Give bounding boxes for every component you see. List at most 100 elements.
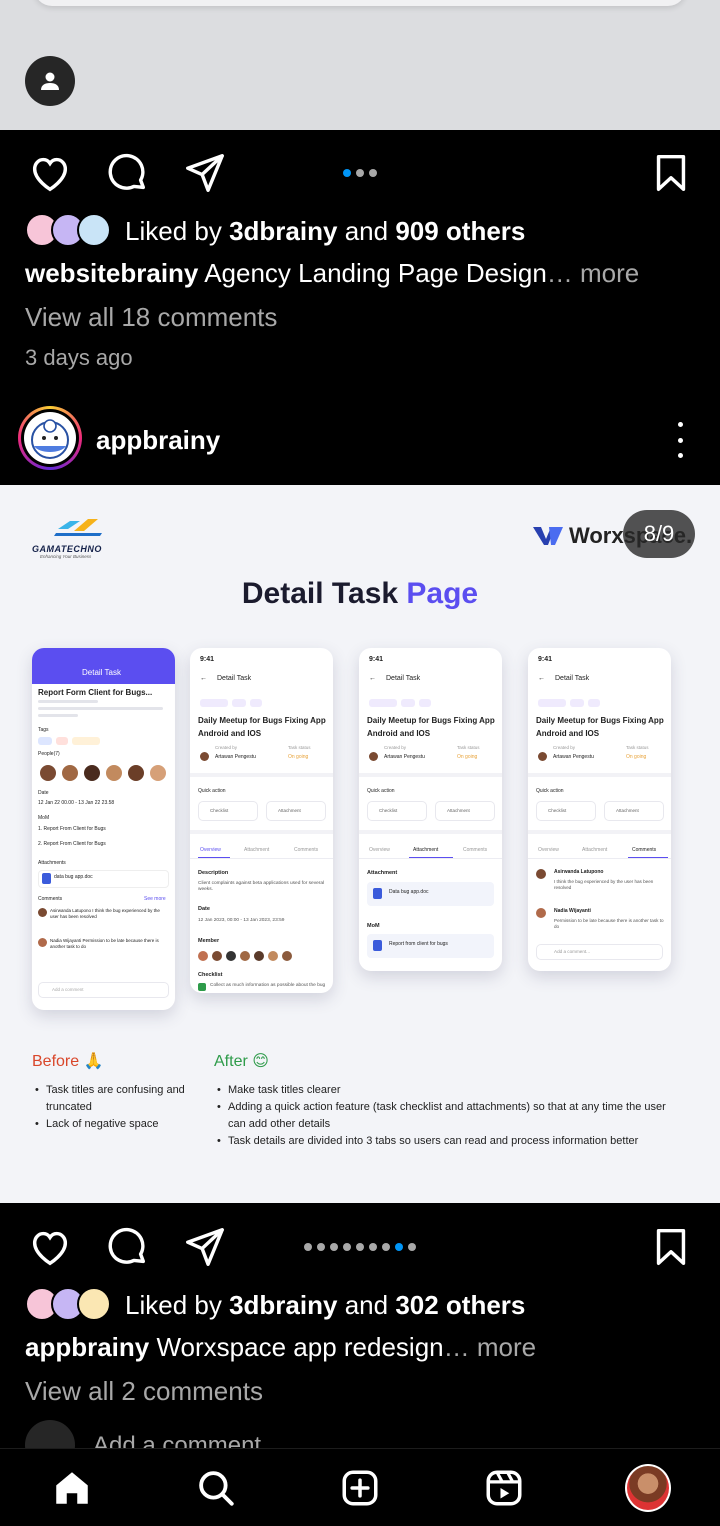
more-dot	[677, 437, 683, 443]
quick-action-label: Quick action	[367, 788, 395, 794]
phone-after-attachment: 9:41 ← Detail Task Daily Meetup for Bugs…	[359, 648, 502, 971]
member-avatar	[254, 951, 264, 961]
attachment-section-label: Attachment	[367, 870, 398, 876]
tab-attachment: Attachment	[413, 847, 439, 853]
search-icon	[199, 1471, 234, 1506]
gamatechno-name: GAMATECHNO	[32, 544, 102, 554]
tag-chip	[200, 699, 228, 707]
checklist-item: Collect as much information as possible …	[210, 983, 326, 988]
section-divider	[190, 830, 333, 834]
liker-username[interactable]: 3dbrainy	[229, 1290, 337, 1320]
file-icon	[373, 940, 382, 951]
post-caption: appbrainy Worxspace app redesign… more	[25, 1332, 536, 1363]
likes-summary[interactable]: Liked by 3dbrainy and 909 others	[25, 211, 525, 251]
mom-label: MoM	[367, 923, 380, 929]
phone-time: 9:41	[369, 656, 384, 663]
section-divider	[528, 773, 671, 777]
back-arrow-icon: ←	[538, 675, 545, 682]
current-user-avatar	[25, 1420, 75, 1448]
quick-action-label: Quick action	[198, 788, 226, 794]
after-point: Make task titles clearer	[214, 1082, 684, 1099]
member-avatar	[150, 765, 166, 781]
view-comments-link[interactable]: View all 18 comments	[25, 302, 277, 333]
liker-username[interactable]: 3dbrainy	[229, 216, 337, 246]
member-avatar	[226, 951, 236, 961]
likes-others[interactable]: 909 others	[395, 216, 525, 246]
task-title-line1: Daily Meetup for Bugs Fixing App	[198, 716, 326, 725]
phone-header: Detail Task	[555, 675, 590, 682]
caption-more-link[interactable]: … more	[547, 258, 639, 288]
tab-overview: Overview	[538, 847, 559, 853]
nav-profile[interactable]	[625, 1464, 671, 1512]
caption-more-link[interactable]: … more	[444, 1332, 536, 1362]
previous-post-actions	[0, 136, 720, 206]
status-label: Task status	[288, 745, 311, 750]
task-status: On going	[457, 754, 478, 760]
before-people-label: People(7)	[38, 751, 60, 757]
likes-others[interactable]: 302 others	[395, 1290, 525, 1320]
task-title-line2: Android and IOS	[198, 729, 262, 738]
placeholder-line	[38, 700, 98, 703]
likes-conj: and	[344, 1289, 389, 1320]
nav-create[interactable]	[337, 1465, 383, 1511]
description-text: Client complaints against beta applicati…	[198, 881, 325, 892]
image-counter: 8/9	[623, 510, 695, 558]
view-comments-link[interactable]: View all 2 comments	[25, 1376, 263, 1407]
likes-summary[interactable]: Liked by 3dbrainy and 302 others	[25, 1285, 525, 1325]
task-title-line2: Android and IOS	[536, 729, 600, 738]
before-comments-label: Comments	[38, 896, 63, 902]
phone-before: Detail Task Report Form Client for Bugs.…	[32, 648, 175, 1010]
carousel-dot	[304, 1243, 312, 1251]
placeholder-line	[38, 714, 78, 717]
tab-overview: Overview	[369, 847, 390, 853]
status-label: Task status	[457, 745, 480, 750]
date-label: Date	[198, 906, 210, 912]
post-image[interactable]: GAMATECHNO Enhancing Your Business Worxs…	[0, 485, 720, 1203]
tagged-people-button[interactable]	[25, 56, 75, 106]
tag-chip	[570, 699, 584, 707]
after-points: Make task titles clearer Adding a quick …	[214, 1082, 684, 1150]
task-status: On going	[288, 754, 309, 760]
bookmark-icon	[656, 1228, 686, 1266]
nav-home[interactable]	[49, 1465, 95, 1511]
carousel-dot	[317, 1243, 325, 1251]
add-comment-row[interactable]: Add a comment...	[25, 1418, 720, 1448]
tag-chip	[369, 699, 397, 707]
likes-text: Liked by 3dbrainy and 909 others	[125, 216, 525, 247]
tag-chip	[538, 699, 566, 707]
post-username[interactable]: appbrainy	[96, 425, 220, 456]
caption-username[interactable]: websitebrainy	[25, 258, 198, 288]
nav-search[interactable]	[193, 1465, 239, 1511]
before-date-value: 12 Jan 22 00.00 - 13 Jan 22 23.58	[38, 800, 115, 806]
save-button[interactable]	[648, 1224, 694, 1270]
previous-image-card	[34, 0, 686, 6]
member-avatar	[212, 951, 222, 961]
tag-chip	[588, 699, 600, 707]
post-options-button[interactable]	[670, 422, 690, 458]
back-arrow-icon: ←	[369, 675, 376, 682]
member-avatar	[128, 765, 144, 781]
gamatechno-tagline: Enhancing Your Business	[40, 554, 92, 559]
story-inner	[21, 409, 79, 467]
section-divider	[359, 830, 502, 834]
gamatechno-logo-icon	[54, 519, 102, 536]
more-dot	[677, 422, 683, 427]
comment-text: Permission to be late because there is a…	[554, 918, 664, 929]
tag-chip	[232, 699, 246, 707]
status-label: Task status	[626, 745, 649, 750]
file-icon	[42, 873, 51, 884]
attachment-file	[367, 882, 494, 906]
caption-username[interactable]: appbrainy	[25, 1332, 149, 1362]
previous-post-image[interactable]	[0, 0, 720, 130]
before-comment: Asirwanda Latupono I think the bug exper…	[50, 908, 160, 919]
profile-avatar-story-ring[interactable]	[18, 406, 82, 470]
tab-comments: Comments	[463, 847, 488, 853]
member-avatar	[198, 951, 208, 961]
task-title-line2: Android and IOS	[367, 729, 431, 738]
creator-avatar	[200, 752, 209, 761]
save-button[interactable]	[648, 150, 694, 196]
add-comment-input[interactable]: Add a comment...	[93, 1432, 281, 1448]
tabs-divider	[528, 858, 671, 859]
post-header: appbrainy	[0, 400, 720, 480]
nav-reels[interactable]	[481, 1465, 527, 1511]
